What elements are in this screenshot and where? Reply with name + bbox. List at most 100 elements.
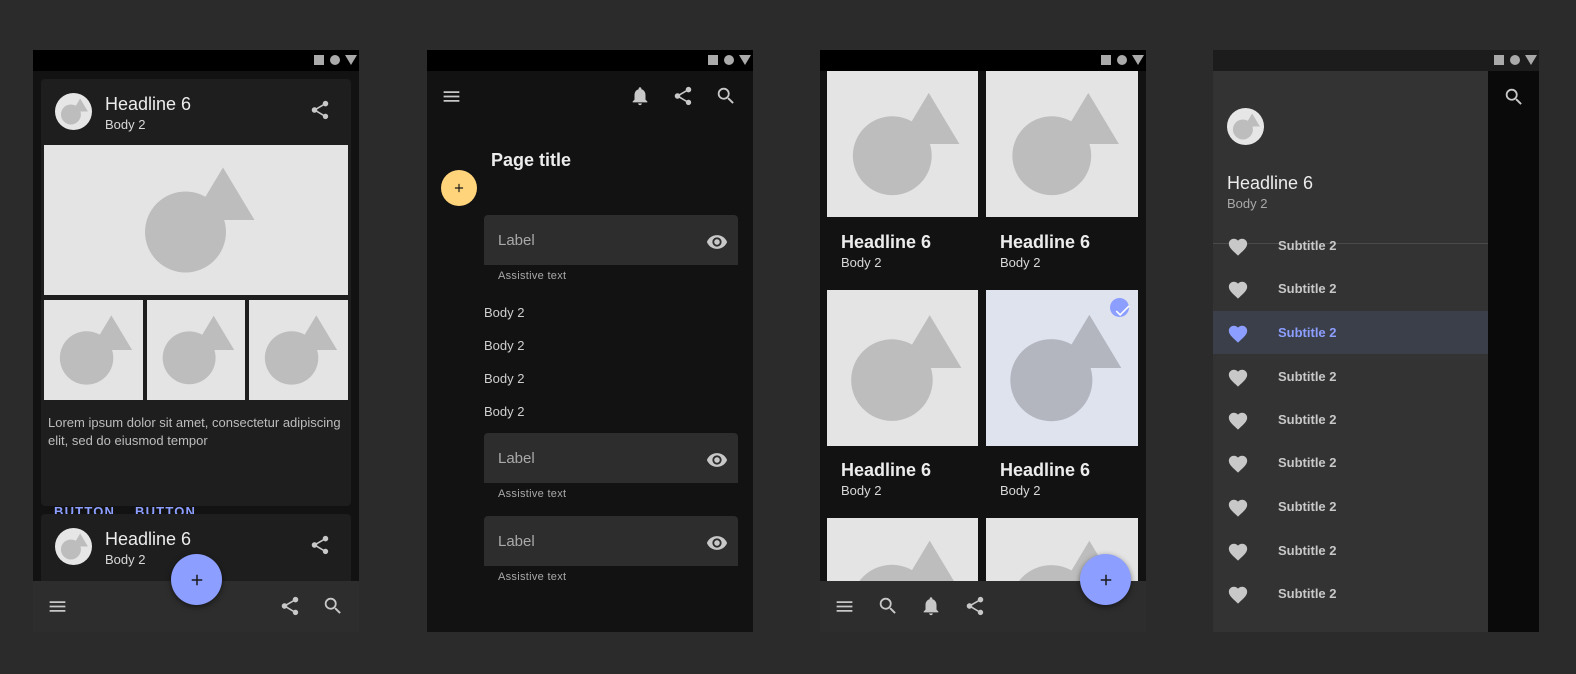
status-square-icon: [314, 55, 324, 65]
drawer-headline: Headline 6: [1227, 173, 1314, 193]
text-field[interactable]: Label: [484, 433, 738, 483]
drawer-item[interactable]: Subtitle 2: [1213, 529, 1488, 572]
card-headline: Headline 6: [105, 94, 192, 114]
drawer-item-label: Subtitle 2: [1278, 238, 1337, 253]
heart-icon: [1227, 584, 1249, 606]
heart-icon: [1227, 323, 1249, 345]
status-bar: [1213, 50, 1539, 71]
share-icon[interactable]: [309, 99, 331, 121]
drawer-item-label: Subtitle 2: [1278, 499, 1337, 514]
check-icon: [1110, 298, 1129, 317]
grid-tile-image-selected[interactable]: [986, 290, 1138, 446]
card-thumbnail[interactable]: [147, 300, 245, 400]
grid-screen: Headline 6 Body 2 Headline 6 Body 2 Head…: [820, 50, 1146, 632]
status-triangle-icon: [345, 55, 357, 65]
status-square-icon: [1101, 55, 1111, 65]
drawer-item[interactable]: Subtitle 2: [1213, 398, 1488, 441]
drawer-item[interactable]: Subtitle 2: [1213, 441, 1488, 484]
heart-icon: [1227, 410, 1249, 432]
tile-subhead: Body 2: [841, 255, 882, 270]
search-icon[interactable]: [1503, 86, 1525, 108]
status-triangle-icon: [1132, 55, 1144, 65]
drawer-screen: Headline 6 Body 2 Subtitle 2 Subtitle 2 …: [1213, 50, 1539, 632]
page-title: Page title: [491, 150, 572, 170]
menu-icon[interactable]: [441, 86, 462, 107]
menu-icon[interactable]: [47, 596, 68, 617]
drawer-item[interactable]: Subtitle 2: [1213, 485, 1488, 528]
status-circle-icon: [1510, 55, 1520, 65]
body-text: Body 2: [484, 371, 525, 386]
grid-tile-image[interactable]: [827, 290, 978, 446]
heart-icon: [1227, 367, 1249, 389]
drawer-item-label: Subtitle 2: [1278, 455, 1337, 470]
text-field[interactable]: Label: [484, 516, 738, 566]
avatar[interactable]: [1227, 108, 1264, 145]
visibility-icon[interactable]: [706, 449, 728, 471]
card-subhead: Body 2: [105, 117, 146, 132]
card-screen: Headline 6 Body 2 Lorem ipsum dolor sit …: [33, 50, 359, 632]
bell-icon[interactable]: [629, 85, 651, 107]
status-square-icon: [1494, 55, 1504, 65]
tile-headline: Headline 6: [1000, 460, 1091, 480]
share-icon[interactable]: [964, 595, 986, 617]
drawer-item-active[interactable]: Subtitle 2: [1213, 311, 1488, 354]
status-triangle-icon: [739, 55, 751, 65]
body-text: Body 2: [484, 338, 525, 353]
content-card: Headline 6 Body 2 Lorem ipsum dolor sit …: [41, 79, 351, 519]
grid-tile-image[interactable]: [986, 71, 1138, 217]
drawer-item-label: Subtitle 2: [1278, 369, 1337, 384]
menu-icon[interactable]: [834, 596, 855, 617]
assistive-text: Assistive text: [498, 571, 567, 583]
text-field-label: Label: [498, 450, 535, 467]
drawer-item[interactable]: Subtitle 2: [1213, 267, 1488, 310]
avatar-shapes-icon: [1227, 108, 1264, 145]
drawer-subhead: Body 2: [1227, 196, 1268, 211]
add-icon: [1097, 571, 1115, 589]
grid-tile-image[interactable]: [827, 71, 978, 217]
drawer-item-label: Subtitle 2: [1278, 281, 1337, 296]
add-fab-button[interactable]: [1080, 554, 1131, 605]
tile-headline: Headline 6: [1000, 232, 1091, 252]
share-icon[interactable]: [309, 534, 331, 556]
heart-icon: [1227, 279, 1249, 301]
visibility-icon[interactable]: [706, 231, 728, 253]
heart-icon: [1227, 236, 1249, 258]
avatar-shapes-icon: [55, 93, 92, 130]
share-icon[interactable]: [672, 85, 694, 107]
search-icon[interactable]: [715, 85, 737, 107]
drawer-item-label: Subtitle 2: [1278, 412, 1337, 427]
card-thumbnail[interactable]: [44, 300, 143, 400]
card-thumbnail[interactable]: [249, 300, 348, 400]
drawer-item-label: Subtitle 2: [1278, 325, 1337, 340]
scrim[interactable]: [1488, 50, 1539, 632]
visibility-icon[interactable]: [706, 532, 728, 554]
text-field-label: Label: [498, 232, 535, 249]
assistive-text: Assistive text: [498, 270, 567, 282]
status-bar: [820, 50, 1146, 71]
status-circle-icon: [724, 55, 734, 65]
add-fab-button[interactable]: [441, 170, 477, 206]
avatar: [55, 528, 92, 565]
tile-subhead: Body 2: [841, 483, 882, 498]
share-icon[interactable]: [279, 595, 301, 617]
drawer-item[interactable]: Subtitle 2: [1213, 224, 1488, 267]
text-field-label: Label: [498, 533, 535, 550]
bell-icon[interactable]: [920, 595, 942, 617]
add-fab-button[interactable]: [171, 554, 222, 605]
card-body-text: Lorem ipsum dolor sit amet, consectetur …: [48, 415, 341, 448]
text-field[interactable]: Label: [484, 215, 738, 265]
drawer-item[interactable]: Subtitle 2: [1213, 355, 1488, 398]
avatar-shapes-icon: [55, 528, 92, 565]
heart-icon: [1227, 453, 1249, 475]
status-bar: [427, 50, 753, 71]
status-circle-icon: [330, 55, 340, 65]
tile-subhead: Body 2: [1000, 255, 1041, 270]
search-icon[interactable]: [877, 595, 899, 617]
search-icon[interactable]: [322, 595, 344, 617]
drawer-item-label: Subtitle 2: [1278, 543, 1337, 558]
drawer-item[interactable]: Subtitle 2: [1213, 572, 1488, 615]
navigation-drawer: Headline 6 Body 2 Subtitle 2 Subtitle 2 …: [1213, 71, 1488, 632]
body-text: Body 2: [484, 404, 525, 419]
status-square-icon: [708, 55, 718, 65]
status-triangle-icon: [1525, 55, 1537, 65]
